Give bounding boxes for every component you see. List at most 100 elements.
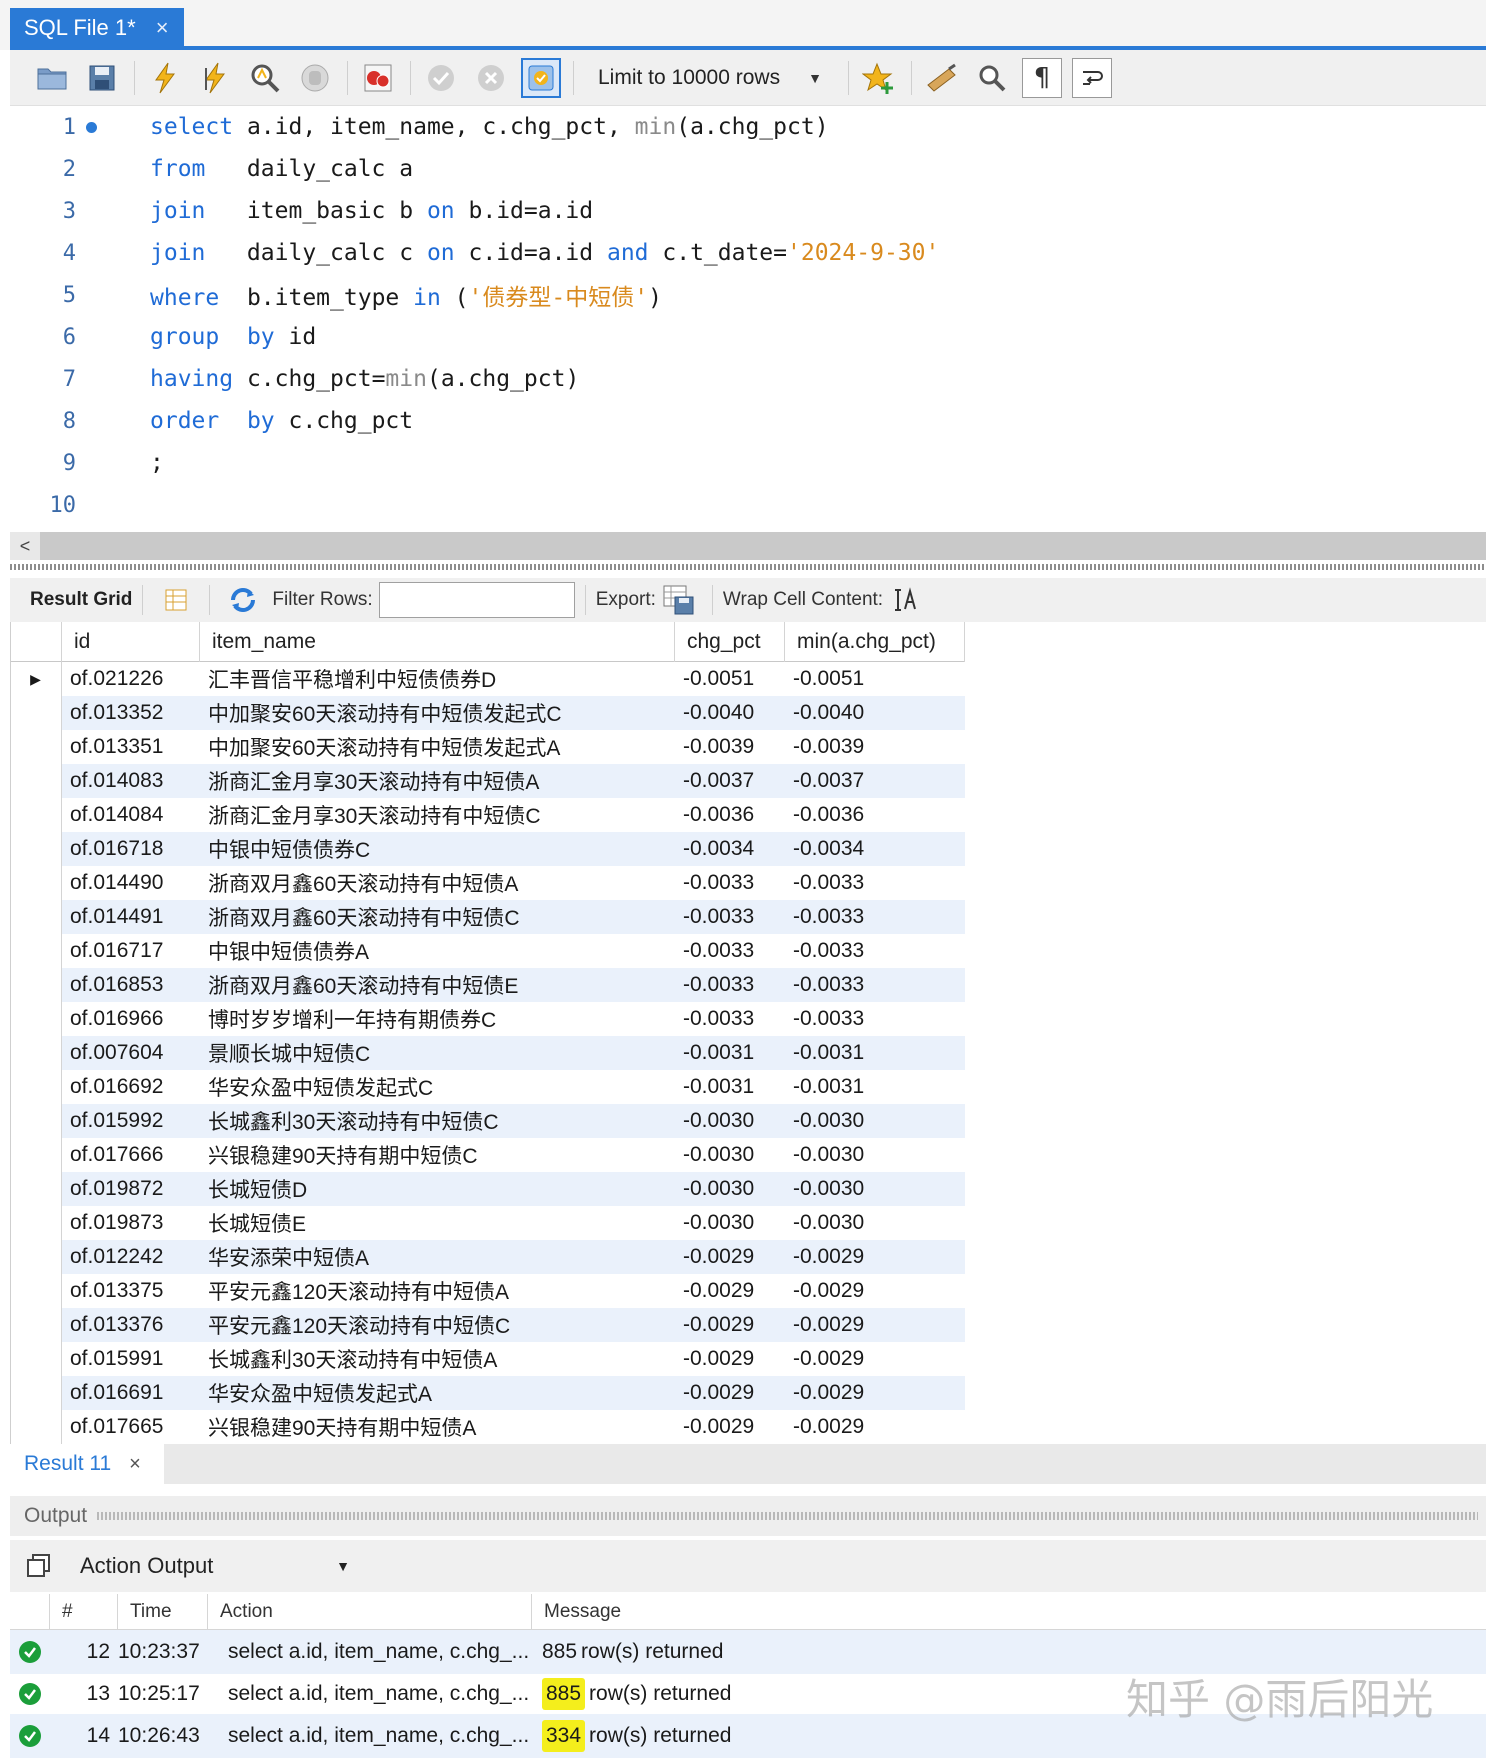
cell-id[interactable]: of.013351 (62, 730, 200, 764)
table-row[interactable]: of.016717 中银中短债债券A -0.0033 -0.0033 (10, 934, 965, 968)
row-selector[interactable] (10, 1240, 62, 1274)
tab-sql-file-1[interactable]: SQL File 1* × (10, 8, 184, 48)
table-row[interactable]: of.013351 中加聚安60天滚动持有中短债发起式A -0.0039 -0.003… (10, 730, 965, 764)
cell-chg-pct[interactable]: -0.0029 (675, 1240, 785, 1274)
cell-item-name[interactable]: 平安元鑫120天滚动持有中短债A (200, 1274, 675, 1308)
cell-item-name[interactable]: 浙商汇金月享30天滚动持有中短债C (200, 798, 675, 832)
cell-chg-pct[interactable]: -0.0039 (675, 730, 785, 764)
cell-chg-pct[interactable]: -0.0033 (675, 1002, 785, 1036)
cell-item-name[interactable]: 中银中短债债券C (200, 832, 675, 866)
code-line[interactable]: 3 join item_basic b on b.id=a.id (10, 190, 1486, 232)
execute-icon[interactable] (145, 58, 185, 98)
cell-item-name[interactable]: 华安众盈中短债发起式A (200, 1376, 675, 1410)
row-selector[interactable] (10, 832, 62, 866)
cell-id[interactable]: of.014084 (62, 798, 200, 832)
execute-current-icon[interactable] (195, 58, 235, 98)
cell-id[interactable]: of.017666 (62, 1138, 200, 1172)
cell-id[interactable]: of.015992 (62, 1104, 200, 1138)
row-selector[interactable] (10, 696, 62, 730)
row-selector[interactable] (10, 1036, 62, 1070)
cell-item-name[interactable]: 景顺长城中短债C (200, 1036, 675, 1070)
cell-id[interactable]: of.014490 (62, 866, 200, 900)
cell-id[interactable]: of.012242 (62, 1240, 200, 1274)
column-header-chg-pct[interactable]: chg_pct (675, 622, 785, 662)
table-row[interactable]: of.016691 华安众盈中短债发起式A -0.0029 -0.0029 (10, 1376, 965, 1410)
cell-id[interactable]: of.016853 (62, 968, 200, 1002)
table-row[interactable]: of.007604 景顺长城中短债C -0.0031 -0.0031 (10, 1036, 965, 1070)
cell-chg-pct[interactable]: -0.0037 (675, 764, 785, 798)
cell-min-chg-pct[interactable]: -0.0033 (785, 900, 965, 934)
column-header-item-name[interactable]: item_name (200, 622, 675, 662)
commit-icon[interactable] (421, 58, 461, 98)
cell-item-name[interactable]: 长城短债D (200, 1172, 675, 1206)
rollback-icon[interactable] (471, 58, 511, 98)
close-icon[interactable]: × (156, 15, 169, 41)
cell-chg-pct[interactable]: -0.0029 (675, 1308, 785, 1342)
limit-rows-select[interactable]: Limit to 10000 rows ▼ (590, 58, 830, 98)
cell-chg-pct[interactable]: -0.0033 (675, 866, 785, 900)
cell-id[interactable]: of.013376 (62, 1308, 200, 1342)
code-line[interactable]: 1 select a.id, item_name, c.chg_pct, min(… (10, 106, 1486, 148)
table-row[interactable]: of.014084 浙商汇金月享30天滚动持有中短债C -0.0036 -0.0036 (10, 798, 965, 832)
row-selector[interactable]: ▶ (10, 662, 62, 696)
row-selector[interactable] (10, 1342, 62, 1376)
cell-item-name[interactable]: 中加聚安60天滚动持有中短债发起式A (200, 730, 675, 764)
cell-chg-pct[interactable]: -0.0031 (675, 1036, 785, 1070)
cell-id[interactable]: of.016691 (62, 1376, 200, 1410)
row-selector[interactable] (10, 866, 62, 900)
row-selector[interactable] (10, 1104, 62, 1138)
code-line[interactable]: 10 (10, 484, 1486, 526)
cell-min-chg-pct[interactable]: -0.0033 (785, 866, 965, 900)
table-row[interactable]: of.015992 长城鑫利30天滚动持有中短债C -0.0030 -0.0030 (10, 1104, 965, 1138)
cell-item-name[interactable]: 汇丰晋信平稳增利中短债债券D (200, 662, 675, 696)
grid-layout-icon[interactable] (159, 583, 193, 617)
row-selector[interactable] (10, 730, 62, 764)
cell-chg-pct[interactable]: -0.0036 (675, 798, 785, 832)
wrap-cell-icon[interactable] (889, 583, 923, 617)
cell-item-name[interactable]: 浙商汇金月享30天滚动持有中短债A (200, 764, 675, 798)
table-row[interactable]: of.015991 长城鑫利30天滚动持有中短债A -0.0029 -0.0029 (10, 1342, 965, 1376)
sql-editor[interactable]: 1 select a.id, item_name, c.chg_pct, min(… (10, 106, 1486, 532)
cell-min-chg-pct[interactable]: -0.0029 (785, 1308, 965, 1342)
table-row[interactable]: ▶ of.021226 汇丰晋信平稳增利中短债债券D -0.0051 -0.0051 (10, 662, 965, 696)
cell-chg-pct[interactable]: -0.0029 (675, 1342, 785, 1376)
table-row[interactable]: of.013375 平安元鑫120天滚动持有中短债A -0.0029 -0.0029 (10, 1274, 965, 1308)
cell-chg-pct[interactable]: -0.0029 (675, 1376, 785, 1410)
stop-icon[interactable] (295, 58, 335, 98)
row-selector[interactable] (10, 1070, 62, 1104)
export-icon[interactable] (662, 583, 696, 617)
cell-id[interactable]: of.019873 (62, 1206, 200, 1240)
cell-id[interactable]: of.016717 (62, 934, 200, 968)
cell-item-name[interactable]: 平安元鑫120天滚动持有中短债C (200, 1308, 675, 1342)
cell-chg-pct[interactable]: -0.0030 (675, 1206, 785, 1240)
save-icon[interactable] (82, 58, 122, 98)
cell-id[interactable]: of.016966 (62, 1002, 200, 1036)
cell-min-chg-pct[interactable]: -0.0033 (785, 934, 965, 968)
cell-min-chg-pct[interactable]: -0.0039 (785, 730, 965, 764)
table-row[interactable]: of.017665 兴银稳建90天持有期中短债A -0.0029 -0.0029 (10, 1410, 965, 1444)
cell-min-chg-pct[interactable]: -0.0030 (785, 1206, 965, 1240)
cell-item-name[interactable]: 华安添荣中短债A (200, 1240, 675, 1274)
row-selector[interactable] (10, 1410, 62, 1444)
cell-item-name[interactable]: 浙商双月鑫60天滚动持有中短债C (200, 900, 675, 934)
cell-id[interactable]: of.014083 (62, 764, 200, 798)
cell-min-chg-pct[interactable]: -0.0031 (785, 1070, 965, 1104)
cell-item-name[interactable]: 长城鑫利30天滚动持有中短债A (200, 1342, 675, 1376)
code-line[interactable]: 4 join daily_calc c on c.id=a.id and c.t_… (10, 232, 1486, 274)
beautify-icon[interactable] (922, 58, 962, 98)
row-selector[interactable] (10, 1138, 62, 1172)
row-selector[interactable] (10, 934, 62, 968)
code-line[interactable]: 8 order by c.chg_pct (10, 400, 1486, 442)
cell-chg-pct[interactable]: -0.0029 (675, 1274, 785, 1308)
table-row[interactable]: of.016966 博时岁岁增利一年持有期债券C -0.0033 -0.0033 (10, 1002, 965, 1036)
cell-min-chg-pct[interactable]: -0.0037 (785, 764, 965, 798)
table-row[interactable]: of.019873 长城短债E -0.0030 -0.0030 (10, 1206, 965, 1240)
table-row[interactable]: of.016692 华安众盈中短债发起式C -0.0031 -0.0031 (10, 1070, 965, 1104)
table-row[interactable]: of.016718 中银中短债债券C -0.0034 -0.0034 (10, 832, 965, 866)
cell-min-chg-pct[interactable]: -0.0029 (785, 1342, 965, 1376)
copy-icon[interactable] (24, 1551, 54, 1581)
cell-item-name[interactable]: 华安众盈中短债发起式C (200, 1070, 675, 1104)
cell-item-name[interactable]: 兴银稳建90天持有期中短债C (200, 1138, 675, 1172)
row-selector[interactable] (10, 1376, 62, 1410)
code-line[interactable]: 6 group by id (10, 316, 1486, 358)
